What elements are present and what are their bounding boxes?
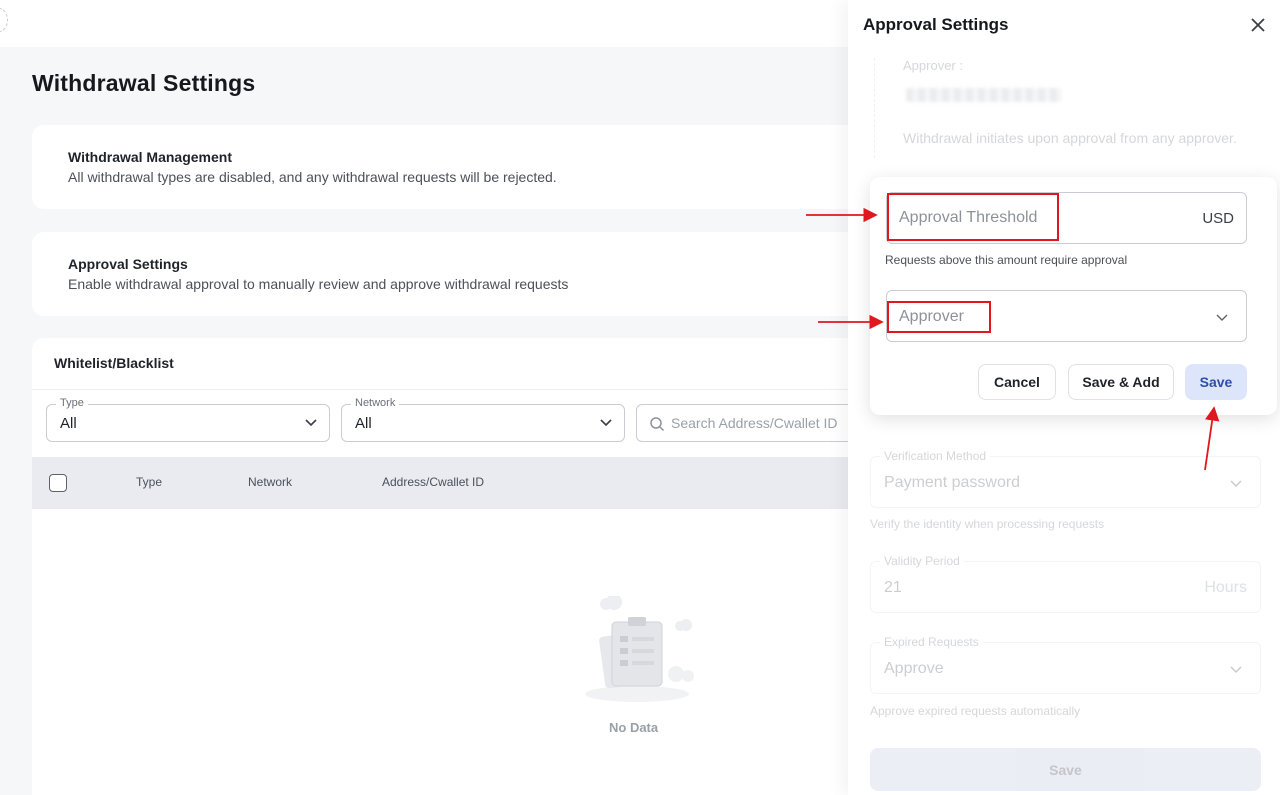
save-and-add-button[interactable]: Save & Add [1068, 364, 1174, 400]
approval-settings-title: Approval Settings [68, 256, 188, 272]
loading-spinner-icon [0, 8, 8, 32]
empty-clipboard-icon [585, 596, 694, 702]
divider [32, 389, 848, 390]
approval-settings-description: Enable withdrawal approval to manually r… [68, 276, 569, 292]
expired-requests-select[interactable]: Expired Requests Approve [870, 635, 1261, 694]
expired-requests-value: Approve [884, 660, 944, 677]
verification-method-value: Payment password [884, 474, 1021, 491]
withdrawal-settings-page: Withdrawal Settings Withdrawal Managemen… [0, 0, 848, 795]
verification-method-select[interactable]: Verification Method Payment password [870, 449, 1261, 508]
save-button[interactable]: Save [1185, 364, 1247, 400]
validity-period-field[interactable]: Validity Period 21 Hours [870, 554, 1261, 613]
threshold-currency-unit: USD [1202, 210, 1234, 227]
network-select-value: All [355, 415, 372, 432]
validity-period-unit: Hours [1204, 579, 1247, 596]
column-header-address[interactable]: Address/Cwallet ID [382, 475, 484, 489]
search-input[interactable] [671, 413, 848, 433]
column-header-type[interactable]: Type [136, 475, 162, 489]
expired-requests-help: Approve expired requests automatically [870, 704, 1081, 718]
approver-note: Withdrawal initiates upon approval from … [903, 130, 1237, 146]
withdrawal-management-card[interactable]: Withdrawal Management All withdrawal typ… [32, 125, 848, 209]
chevron-down-icon [600, 419, 612, 427]
chevron-down-icon [1216, 314, 1228, 321]
select-all-checkbox[interactable] [49, 474, 67, 492]
network-select[interactable]: Network All [341, 397, 625, 442]
type-select[interactable]: Type All [46, 397, 330, 442]
approver-label: Approver : [903, 58, 963, 73]
cancel-button[interactable]: Cancel [978, 364, 1056, 400]
chevron-down-icon [1230, 666, 1242, 673]
validity-period-value: 21 [884, 579, 902, 596]
network-select-label: Network [351, 397, 400, 409]
validity-period-label: Validity Period [880, 554, 964, 568]
approver-redacted-value [906, 88, 1062, 102]
table-header: Type Network Address/Cwallet ID [32, 457, 848, 509]
chevron-down-icon [1230, 480, 1242, 487]
expired-requests-label: Expired Requests [880, 635, 983, 649]
drawer-save-button[interactable]: Save [870, 748, 1261, 791]
withdrawal-management-title: Withdrawal Management [68, 149, 233, 165]
approval-threshold-help: Requests above this amount require appro… [885, 253, 1128, 267]
approval-settings-drawer: Approval Settings Approver : Withdrawal … [848, 0, 1280, 795]
whitelist-blacklist-card: Whitelist/Blacklist Type All Network All… [32, 338, 848, 795]
add-approval-rule-popover: Approval Threshold USD Requests above th… [870, 177, 1277, 415]
type-select-label: Type [56, 397, 88, 409]
annotation-highlight-threshold [887, 193, 1059, 241]
verification-method-help: Verify the identity when processing requ… [870, 517, 1105, 531]
column-header-network[interactable]: Network [248, 475, 292, 489]
close-icon[interactable] [1249, 16, 1267, 34]
drawer-title: Approval Settings [863, 15, 1009, 34]
approval-settings-card[interactable]: Approval Settings Enable withdrawal appr… [32, 232, 848, 316]
page-title: Withdrawal Settings [32, 70, 256, 96]
type-select-value: All [60, 415, 77, 432]
verification-method-label: Verification Method [880, 449, 991, 463]
search-box [636, 404, 848, 442]
whitelist-blacklist-title: Whitelist/Blacklist [54, 355, 174, 371]
empty-state-text: No Data [609, 720, 659, 735]
annotation-highlight-approver [887, 301, 991, 333]
top-bar [0, 0, 848, 47]
search-icon [650, 417, 665, 432]
chevron-down-icon [305, 419, 317, 427]
withdrawal-management-description: All withdrawal types are disabled, and a… [68, 169, 557, 185]
